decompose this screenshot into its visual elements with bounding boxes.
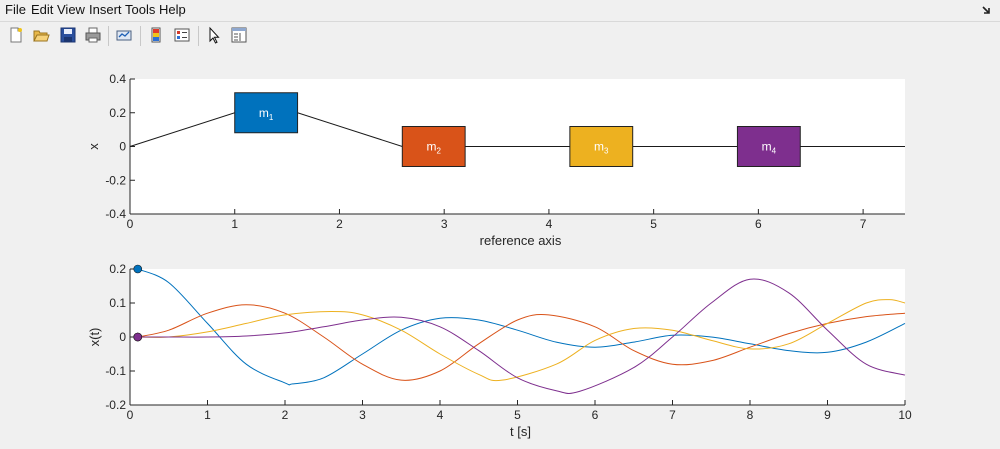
y-axis-label: x	[86, 143, 101, 150]
y-axis-label: x(t)	[87, 328, 102, 347]
print-icon[interactable]	[84, 26, 102, 44]
figure-canvas: 0 1 2 3 4 5 6 7 0.4 0.2 0 -0.2 -0.4 reference axis x m1…	[0, 49, 1000, 449]
menu-help[interactable]: Help	[159, 0, 186, 20]
property-editor-icon[interactable]	[230, 26, 248, 44]
x-tick-label: 0	[127, 217, 134, 231]
menu-view[interactable]: View	[57, 0, 85, 20]
x-tick-label: 3	[359, 408, 366, 422]
toolbar-separator	[198, 26, 199, 46]
menu-tools[interactable]: Tools	[125, 0, 155, 20]
mass-label-base: m	[594, 140, 604, 154]
mass-label-subscript: 4	[772, 147, 777, 156]
open-file-icon[interactable]	[32, 26, 50, 44]
mass-spring-axes: 0 1 2 3 4 5 6 70.40.20-0.2-0.4reference axisxm1…	[86, 72, 905, 248]
link-plot-icon[interactable]	[115, 26, 133, 44]
y-tick-label: -0.2	[105, 173, 126, 187]
toolbar	[0, 21, 1000, 50]
x-tick-label: 1	[231, 217, 238, 231]
pointer-icon[interactable]	[205, 26, 223, 44]
insert-colorbar-icon[interactable]	[147, 26, 165, 44]
x-tick-label: 10	[898, 408, 912, 422]
mass-label-subscript: 3	[604, 147, 609, 156]
dock-arrow-icon[interactable]	[980, 2, 994, 18]
menu-insert[interactable]: Insert	[89, 0, 122, 20]
menu-bar: File Edit View Insert Tools Help	[0, 0, 1000, 21]
y-tick-label: 0.2	[109, 106, 126, 120]
axes-background	[130, 269, 905, 405]
x-tick-label: 5	[650, 217, 657, 231]
x-tick-label: 1	[204, 408, 211, 422]
start-marker-4	[133, 332, 143, 342]
x-tick-label: 2	[282, 408, 289, 422]
y-tick-label: 0.2	[109, 262, 126, 276]
x-tick-label: 9	[824, 408, 831, 422]
displacement-axes: 0 1 2 3 4 5 6 7 8 9 10 0.2 0.1 0 -0.1 -0.2 t [s] x(t)	[87, 262, 912, 439]
y-tick-label: 0.1	[109, 296, 126, 310]
x-tick-label: 6	[592, 408, 599, 422]
x-tick-label: 8	[747, 408, 754, 422]
x-tick-label: 2	[336, 217, 343, 231]
x-tick-label: 6	[755, 217, 762, 231]
y-tick-label: -0.1	[105, 364, 126, 378]
mass-label-subscript: 2	[436, 147, 441, 156]
y-tick-label: -0.2	[105, 398, 126, 412]
save-icon[interactable]	[59, 26, 77, 44]
y-tick-label: 0.4	[109, 72, 126, 86]
plot-area: 0 1 2 3 4 5 6 70.40.20-0.2-0.4reference axisxm1…	[86, 72, 912, 439]
mass-label-base: m	[259, 106, 269, 120]
x-tick-label: 4	[546, 217, 553, 231]
mass-label-base: m	[426, 140, 436, 154]
toolbar-separator	[140, 26, 141, 46]
x-tick-label: 3	[441, 217, 448, 231]
new-figure-icon[interactable]	[7, 26, 25, 44]
y-tick-label: 0	[119, 330, 126, 344]
x-axis-label: t [s]	[510, 424, 531, 439]
start-marker-1	[133, 264, 143, 274]
toolbar-separator	[108, 26, 109, 46]
mass-label-base: m	[762, 140, 772, 154]
mass-label-subscript: 1	[269, 113, 274, 122]
x-tick-label: 5	[514, 408, 521, 422]
x-tick-label: 7	[669, 408, 676, 422]
insert-legend-icon[interactable]	[173, 26, 191, 44]
x-tick-label: 7	[860, 217, 867, 231]
menu-edit[interactable]: Edit	[31, 0, 53, 20]
menu-file[interactable]: File	[5, 0, 26, 20]
x-axis-label: reference axis	[480, 233, 562, 248]
x-tick-label: 0	[127, 408, 134, 422]
y-tick-label: 0	[119, 140, 126, 154]
x-tick-label: 4	[437, 408, 444, 422]
y-tick-label: -0.4	[105, 207, 126, 221]
